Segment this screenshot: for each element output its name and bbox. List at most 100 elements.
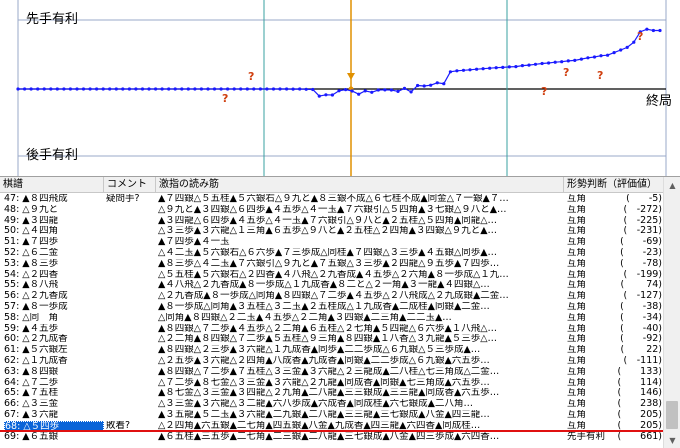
eval-cell: ( 661) xyxy=(617,431,662,442)
table-row[interactable]: 57: ▲８一歩成 ▲８一歩成△同角▲３五桂△３二玉▲２五桂成△１九成香▲二成桂▲… xyxy=(0,302,663,313)
table-row[interactable]: 49: ▲３四龍 ▲３四龍△６四歩▲４五歩△４一玉▲７六銀引△９八と▲２五桂△５四… xyxy=(0,216,663,227)
comment-cell xyxy=(106,388,156,399)
comment-cell xyxy=(106,345,156,356)
evaluation-point xyxy=(645,27,649,31)
move-cell: 49: ▲３四龍 xyxy=(4,215,59,226)
table-row[interactable]: 56: △２九香成 △２九香成▲８一歩成△同角▲８四銀△７二歩▲４五歩△２八飛成△… xyxy=(0,291,663,302)
evaluation-point xyxy=(311,87,315,92)
evaluation-point xyxy=(134,87,138,91)
move-cell: 50: △４四角 xyxy=(4,226,59,237)
header-pv[interactable]: 激指の読み筋 xyxy=(156,177,564,193)
evaluation-point xyxy=(619,48,623,52)
table-row[interactable]: 47: ▲８四飛成 疑問手? ▲７四銀△５五桂▲５六銀右△９九と▲８三銀不成△６七桂… xyxy=(0,194,663,205)
evaluation-point xyxy=(245,87,249,91)
judge-cell: 互角 xyxy=(567,377,587,388)
evaluation-point xyxy=(42,87,46,91)
comment-cell xyxy=(106,367,156,378)
table-row[interactable]: 69: ▲６五銀 ▲６五桂▲三五歩▲二七角▲二三銀▲二八龍▲三七銀成▲八金▲四三歩… xyxy=(0,432,663,443)
vertical-scrollbar[interactable]: ▲ ▼ xyxy=(663,177,680,448)
judge-cell: 互角 xyxy=(567,204,587,215)
scroll-down-icon[interactable]: ▼ xyxy=(665,433,680,448)
table-row[interactable]: 64: △７二歩 △７二歩▲８七金△３三金▲３六龍△２九龍▲同成香▲同銀▲七三角成… xyxy=(0,378,663,389)
evaluation-point xyxy=(49,87,53,91)
table-row[interactable]: 62: △１九成香 △２五歩▲３六龍△２四角▲八成香▲九成香▲同銀▲二二歩成△６九… xyxy=(0,356,663,367)
table-row[interactable]: 51: ▲７四歩 ▲７四歩▲４一玉 互角 ( -69) xyxy=(0,237,663,248)
evaluation-point xyxy=(376,88,380,92)
judge-cell: 互角 xyxy=(567,366,587,377)
evaluation-point xyxy=(429,83,433,87)
evaluation-graph[interactable]: ?????? 先手有利 後手有利 終局 xyxy=(0,0,680,176)
scroll-up-icon[interactable]: ▲ xyxy=(665,178,680,193)
eval-cell: ( 205) xyxy=(617,410,662,420)
evaluation-point xyxy=(606,53,610,57)
comment-cell xyxy=(106,302,156,313)
evaluation-point xyxy=(36,87,40,91)
table-row[interactable]: 65: ▲７五桂 ▲８七金△３三金▲３四龍△２九角▲二八龍▲三三銀成▲三三龍▲同成… xyxy=(0,388,663,399)
comment-cell xyxy=(106,324,156,335)
pv-cell: △２五歩▲３六龍△２四角▲八成香▲九成香▲同銀▲二二歩成△６九銀▲六五歩… xyxy=(158,356,490,366)
pv-cell: △２九香成▲８一歩成△同角▲８四銀△７二歩▲４五歩△２八飛成△２九成銀▲二金… xyxy=(158,291,509,302)
table-row[interactable]: 61: ▲５六銀左 ▲８四銀△２三歩▲３六龍△１九成香▲同歩▲二二歩成△６九銀△５… xyxy=(0,345,663,356)
header-comment[interactable]: コメント xyxy=(104,177,156,193)
table-row[interactable]: 60: △２九成香 △２二角▲８四銀△７二歩▲５五桂△９三角▲８四銀▲１八香△３九… xyxy=(0,334,663,345)
table-row[interactable]: 55: ▲８八飛 ▲４八飛△２九香成▲８一歩成△１九成香▲８二と△２一角▲３一龍▲… xyxy=(0,280,663,291)
header-judge[interactable]: 形勢判断（評価値） xyxy=(564,177,663,193)
pv-cell: △４二玉▲５六銀右△６六歩▲７三歩成△同桂▲７四銀△３三歩▲４五銀△同歩▲… xyxy=(158,248,498,258)
evaluation-point xyxy=(16,87,20,91)
scrollbar-thumb[interactable] xyxy=(666,401,678,429)
judge-cell: 互角 xyxy=(567,248,587,258)
evaluation-point xyxy=(337,89,341,93)
evaluation-graph-plot[interactable]: ?????? xyxy=(0,0,680,176)
comment-cell xyxy=(106,410,156,421)
table-row[interactable]: 48: △９九と △９九と▲３四銀△６四歩▲４五歩△４一玉▲７六銀引△５四角▲３七… xyxy=(0,205,663,216)
judge-cell: 互角 xyxy=(567,312,587,323)
comment-cell xyxy=(106,248,156,259)
evaluation-point xyxy=(409,90,413,94)
header-move[interactable]: 棋譜 xyxy=(0,177,104,193)
evaluation-point xyxy=(599,54,603,58)
evaluation-point xyxy=(265,87,269,91)
evaluation-point xyxy=(160,87,164,91)
evaluation-point xyxy=(271,87,276,91)
list-header: 棋譜 コメント 激指の読み筋 形勢判断（評価値） xyxy=(0,177,663,193)
eval-cell: ( -78) xyxy=(620,258,662,269)
pv-cell: ▲８四銀△２三歩▲３六龍△１九成香▲同歩▲二二歩成△６九銀△５三歩成▲… xyxy=(158,345,481,356)
evaluation-point xyxy=(101,87,105,91)
judge-cell: 互角 xyxy=(567,388,587,399)
table-row[interactable]: 63: ▲８四銀 ▲８四銀△７二歩▲７五桂△３三金▲３六龍△２三龍成▲二八桂△七三… xyxy=(0,367,663,378)
evaluation-point xyxy=(121,87,125,91)
move-cell: 59: ▲４五歩 xyxy=(4,323,59,334)
evaluation-point xyxy=(219,87,223,91)
move-cell: 64: △７二歩 xyxy=(4,377,59,388)
evaluation-point xyxy=(501,65,505,69)
pv-cell: ▲８三歩△４二玉▲７六銀引△９九と▲７五銀△３三歩▲２四龍△９五歩▲７四歩… xyxy=(158,258,500,269)
comment-cell xyxy=(106,216,156,227)
comment-cell xyxy=(106,356,156,367)
table-row[interactable]: 53: ▲８三歩 ▲８三歩△４二玉▲７六銀引△９九と▲７五銀△３三歩▲２四龍△９五… xyxy=(0,259,663,270)
pv-cell: ▲８七金△３三金▲３四龍△２九角▲二八龍▲三三銀成▲三三龍▲同成香▲六五歩… xyxy=(158,388,500,399)
evaluation-point xyxy=(592,55,597,59)
evaluation-point xyxy=(625,45,629,50)
eval-cell: ( 133) xyxy=(617,366,662,377)
evaluation-point xyxy=(383,88,387,92)
evaluation-point xyxy=(81,87,86,91)
move-cell: 56: △２九香成 xyxy=(4,291,68,302)
eval-cell: ( -272) xyxy=(623,204,662,215)
table-row[interactable]: 58: △同 角 △同角▲８四銀△２二玉▲４五歩△２二角▲３四銀▲二三角▲二二玉▲… xyxy=(0,313,663,324)
judge-cell: 互角 xyxy=(567,237,587,248)
table-row[interactable]: 67: ▲３六龍 ▲３五龍▲５二玉▲３六龍▲二九銀▲二八龍▲三三龍▲三七銀成▲八金… xyxy=(0,410,663,421)
pv-cell: ▲８四銀△７二歩▲７五桂△３三金▲３六龍△２三龍成▲二八桂△七三角成△二金… xyxy=(158,366,500,377)
comment-cell: 疑問手? xyxy=(106,194,140,204)
table-row[interactable]: 66: △３三金 △３三金▲３六龍△３二龍▲六八歩成▲六成香▲同成桂▲六七銀成▲二… xyxy=(0,399,663,410)
table-row[interactable]: 59: ▲４五歩 ▲８四銀△７二歩▲４五歩△２二角▲６五桂△２七角▲５四龍△６六歩… xyxy=(0,324,663,335)
evaluation-point xyxy=(140,87,145,91)
evaluation-point xyxy=(23,87,27,91)
move-list[interactable]: 棋譜 コメント 激指の読み筋 形勢判断（評価値） 47: ▲８四飛成 疑問手? ▲７… xyxy=(0,176,680,448)
table-row[interactable]: 50: △４四角 △３三歩▲３六龍△１三角▲６五歩△９八と▲２五桂△２四角▲３四銀… xyxy=(0,226,663,237)
eval-cell: ( -199) xyxy=(623,269,662,280)
evaluation-point xyxy=(258,87,262,91)
table-row[interactable]: 54: △２四香 △５五桂▲５六銀右△２四香▲４八飛△２九香成▲４五歩△２六角▲８… xyxy=(0,270,663,281)
table-row[interactable]: 52: △６二金 △４二玉▲５六銀右△６六歩▲７三歩成△同桂▲７四銀△３三歩▲４五… xyxy=(0,248,663,259)
judge-cell: 先手有利 xyxy=(567,431,606,442)
question-mark-annotation: ? xyxy=(541,85,547,98)
